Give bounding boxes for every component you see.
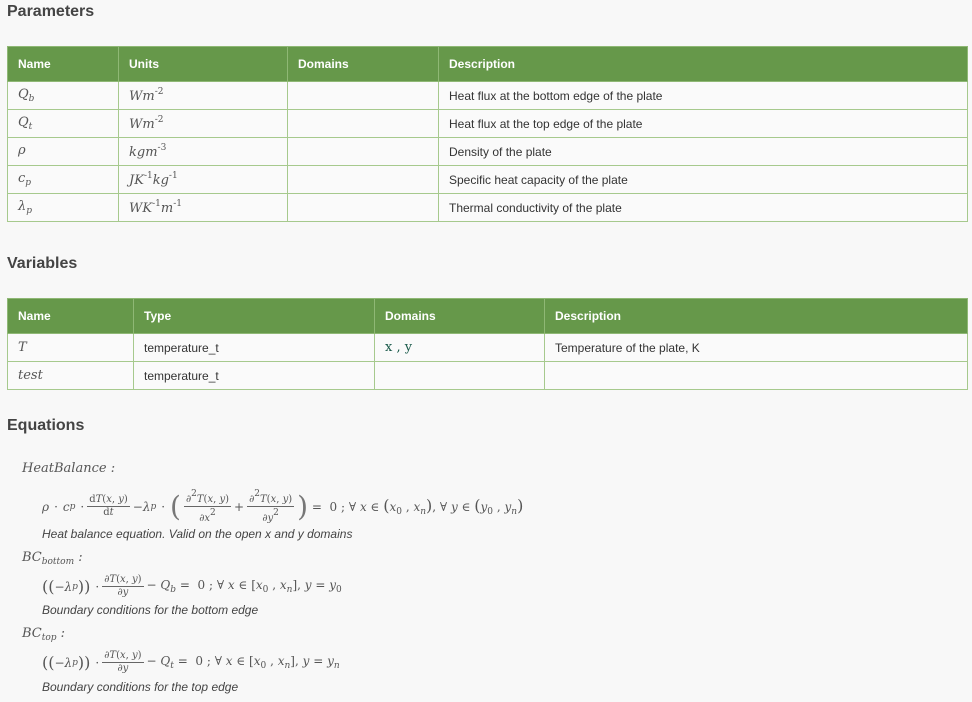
column-header: Description bbox=[438, 46, 968, 82]
param-domains bbox=[287, 109, 439, 138]
param-description: Heat flux at the top edge of the plate bbox=[438, 109, 968, 138]
param-name: Qb bbox=[7, 81, 119, 110]
parameters-table: Name Units Domains Description Qb Wm-2 Hea… bbox=[7, 46, 968, 222]
variable-domains bbox=[374, 361, 545, 390]
equation-name: HeatBalance : bbox=[22, 461, 116, 476]
param-domains bbox=[287, 193, 439, 222]
equation-formula: ((− λ p)) · ∂T(x, y) ∂y − Qt = 0 ; ∀ x ∈ [x0… bbox=[42, 650, 340, 674]
param-domains bbox=[287, 165, 439, 194]
param-name: cp bbox=[7, 165, 119, 194]
column-header: Name bbox=[7, 298, 134, 334]
variables-heading: Variables bbox=[7, 255, 78, 272]
column-header: Description bbox=[544, 298, 968, 334]
param-units: JK-1kg-1 bbox=[118, 165, 288, 194]
column-header: Domains bbox=[374, 298, 545, 334]
parameters-header-row: Name Units Domains Description bbox=[7, 46, 968, 82]
table-row: test temperature_t bbox=[7, 361, 968, 390]
param-description: Density of the plate bbox=[438, 137, 968, 166]
variable-description: Temperature of the plate, K bbox=[544, 333, 968, 362]
param-description: Heat flux at the bottom edge of the plat… bbox=[438, 81, 968, 110]
table-row: Ttemperature_t x , y Temperature of the pl… bbox=[7, 333, 968, 362]
equation-name: BCtop : bbox=[22, 626, 66, 643]
equation-description: Boundary conditions for the bottom edge bbox=[42, 603, 259, 617]
variables-header-row: Name Type Domains Description bbox=[7, 298, 968, 334]
param-units: Wm-2 bbox=[118, 109, 288, 138]
param-units: WK-1m-1 bbox=[118, 193, 288, 222]
table-row: Qb Wm-2 Heat flux at the bottom edge of th… bbox=[7, 81, 968, 110]
equation-formula: ρ · c p · dT(x, y) dt − λ p · ( ∂2T(x, y) ∂x2 + … bbox=[42, 489, 524, 524]
variable-domains: x , y bbox=[374, 333, 545, 362]
table-row: cp JK-1kg-1 Specific heat capacity of the … bbox=[7, 165, 968, 194]
param-description: Specific heat capacity of the plate bbox=[438, 165, 968, 194]
table-row: Qt Wm-2 Heat flux at the top edge of the p… bbox=[7, 109, 968, 138]
equation-description: Heat balance equation. Valid on the open… bbox=[42, 527, 353, 541]
table-row: λp WK-1m-1 Thermal conductivity of the pla… bbox=[7, 193, 968, 222]
parameters-heading: Parameters bbox=[7, 3, 95, 20]
param-units: kgm-3 bbox=[118, 137, 288, 166]
equation-description: Boundary conditions for the top edge bbox=[42, 680, 239, 694]
column-header: Name bbox=[7, 46, 119, 82]
variables-table: Name Type Domains Description Ttemperatu… bbox=[7, 298, 968, 390]
column-header: Domains bbox=[287, 46, 439, 82]
table-row: ρ kgm-3 Density of the plate bbox=[7, 137, 968, 166]
param-name: ρ bbox=[7, 137, 119, 166]
param-domains bbox=[287, 137, 439, 166]
variable-description bbox=[544, 361, 968, 390]
column-header: Type bbox=[133, 298, 375, 334]
param-description: Thermal conductivity of the plate bbox=[438, 193, 968, 222]
param-units: Wm-2 bbox=[118, 81, 288, 110]
column-header: Units bbox=[118, 46, 288, 82]
equation-formula: ((− λ p)) · ∂T(x, y) ∂y − Qb = 0 ; ∀ x ∈ [x0… bbox=[42, 574, 342, 598]
variable-name: test bbox=[7, 361, 134, 390]
variable-name: T bbox=[7, 333, 134, 362]
equation-name: BCbottom : bbox=[22, 550, 83, 567]
equations-heading: Equations bbox=[7, 417, 85, 434]
variable-type: temperature_t bbox=[133, 333, 375, 362]
variable-type: temperature_t bbox=[133, 361, 375, 390]
param-domains bbox=[287, 81, 439, 110]
param-name: λp bbox=[7, 193, 119, 222]
param-name: Qt bbox=[7, 109, 119, 138]
